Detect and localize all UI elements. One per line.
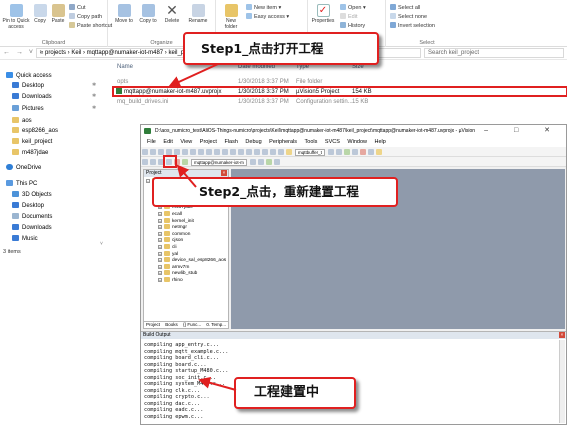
building-arrow [198,376,237,391]
step1-arrow [168,63,219,88]
step2-arrow [176,164,197,188]
annotation-arrows [168,63,237,391]
